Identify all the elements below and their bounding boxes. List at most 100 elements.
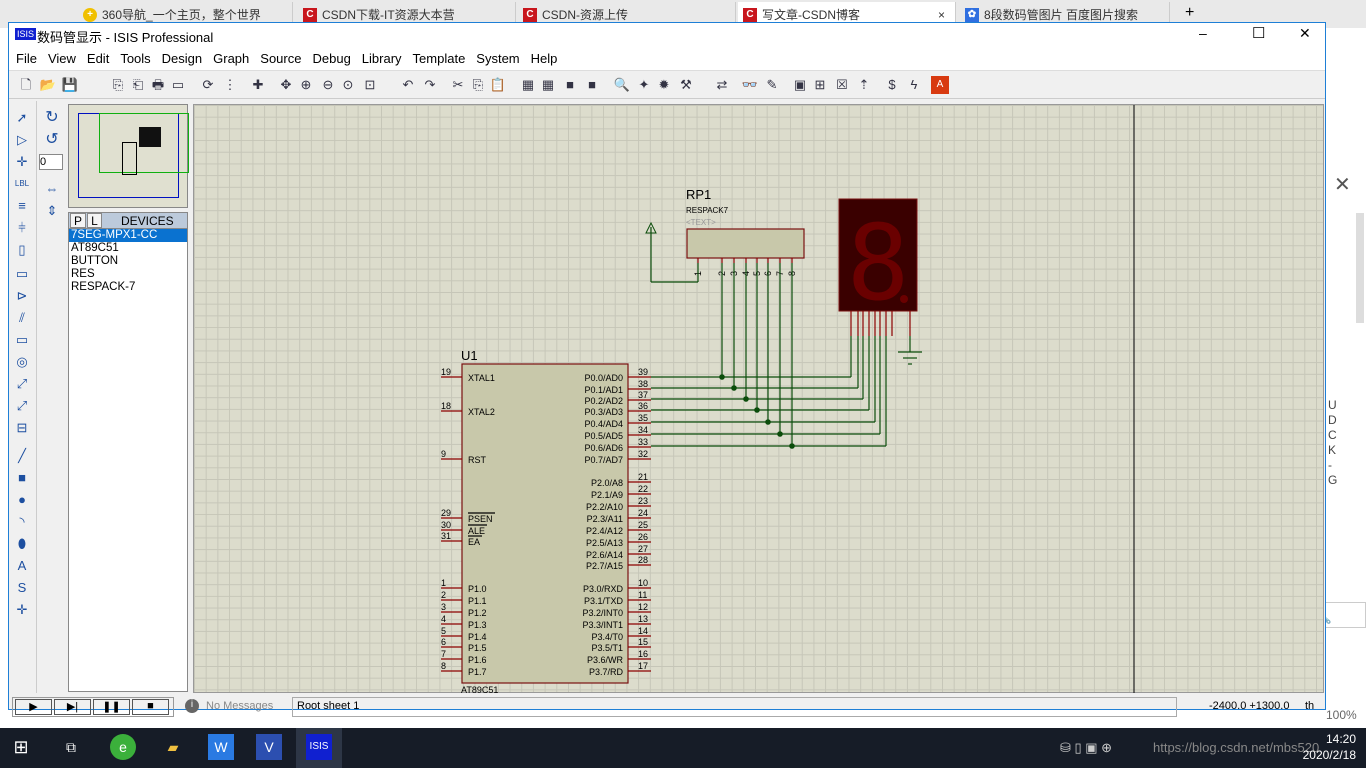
pan-icon[interactable]: ✥ [277,76,295,94]
bill-of-materials-icon[interactable]: $ [883,76,901,94]
device-item[interactable]: RESPACK-7 [69,281,187,294]
new-tab-button[interactable]: + [1185,4,1194,22]
zoom-out-icon[interactable]: ⊖ [319,76,337,94]
wire-label-icon[interactable]: LBL [13,175,31,193]
goto-sheet-icon[interactable]: ⇡ [855,76,873,94]
junction-icon[interactable]: ✛ [13,153,31,171]
units-label[interactable]: th [1305,700,1314,712]
text-script-icon[interactable]: ≡ [13,197,31,215]
mirror-vertical-icon[interactable]: ⇕ [43,202,61,220]
box-icon[interactable]: ■ [13,469,31,487]
menu-graph[interactable]: Graph [206,47,253,66]
redo-icon[interactable]: ↷ [421,76,439,94]
minimize-button[interactable]: – [1199,25,1207,41]
keil-icon[interactable]: V [256,734,282,760]
new-sheet-icon[interactable]: ▣ [791,76,809,94]
paste-icon[interactable]: 📋 [489,76,507,94]
menu-edit[interactable]: Edit [80,47,113,66]
clock-date[interactable]: 2020/2/18 [1290,748,1356,762]
save-icon[interactable]: 💾 [61,76,79,94]
export-icon[interactable]: ⎗ [129,76,147,94]
close-button[interactable]: ✕ [1299,25,1311,42]
stop-button[interactable]: ■ [132,699,169,715]
circle-icon[interactable]: ● [13,491,31,509]
open-icon[interactable]: 📂 [39,76,57,94]
menu-design[interactable]: Design [155,47,206,66]
clock-time[interactable]: 14:20 [1320,732,1356,746]
subcircuit-icon[interactable]: ▯ [13,241,31,259]
zoom-in-icon[interactable]: ⊕ [297,76,315,94]
block-delete-icon[interactable]: ■ [583,76,601,94]
menu-template[interactable]: Template [406,47,470,66]
rotate-ccw-icon[interactable]: ↺ [43,131,61,149]
import-icon[interactable]: ⎘ [109,76,127,94]
grid-icon[interactable]: ⋮ [221,76,239,94]
menu-source[interactable]: Source [253,47,305,66]
line-icon[interactable]: ╱ [13,447,31,465]
rotate-cw-icon[interactable]: ↻ [43,109,61,127]
maximize-button[interactable]: ☐ [1252,24,1265,42]
text-icon[interactable]: A [13,557,31,575]
block-move-icon[interactable]: ▦ [539,76,557,94]
voltage-probe-icon[interactable]: ⤢ [13,375,31,393]
tray-icons[interactable]: ⛁ ▯ ▣ ⊕ [1060,740,1112,756]
terminal-icon[interactable]: ▭ [13,265,31,283]
marker-icon[interactable]: ✛ [13,601,31,619]
pause-button[interactable]: ❚❚ [93,699,130,715]
menu-file[interactable]: File [9,47,41,66]
file-explorer-icon[interactable]: ▰ [160,734,186,760]
generator-icon[interactable]: ◎ [13,353,31,371]
close-panel-button[interactable]: ✕ [1334,172,1351,197]
pick-devices-button[interactable]: P [70,213,86,228]
add-sheet-icon[interactable]: ⊞ [811,76,829,94]
undo-icon[interactable]: ↶ [399,76,417,94]
virtual-instrument-icon[interactable]: ⊟ [13,419,31,437]
rotation-angle-input[interactable] [39,154,63,170]
zoom-area-icon[interactable]: ⊡ [361,76,379,94]
scrollbar[interactable] [1356,213,1364,323]
search-icon[interactable]: 👓 [741,76,759,94]
block-rotate-icon[interactable]: ■ [561,76,579,94]
device-item[interactable]: 7SEG-MPX1-CC [69,229,187,242]
step-button[interactable]: ▶| [54,699,91,715]
symbol-icon[interactable]: S [13,579,31,597]
area-icon[interactable]: ▭ [169,76,187,94]
origin-icon[interactable]: ✚ [249,76,267,94]
library-manager-button[interactable]: L [87,213,102,228]
ares-icon[interactable]: A [931,76,949,94]
menu-tools[interactable]: Tools [113,47,154,66]
wire-autorouter-icon[interactable]: ⇄ [713,76,731,94]
menu-system[interactable]: System [469,47,523,66]
device-item[interactable]: RES [69,268,187,281]
device-item[interactable]: BUTTON [69,255,187,268]
play-button[interactable]: ▶ [15,699,52,715]
zoom-all-icon[interactable]: ⊙ [339,76,357,94]
path-icon[interactable]: ⬮ [13,535,31,553]
device-pin-icon[interactable]: ⊳ [13,287,31,305]
block-copy-icon[interactable]: ▦ [519,76,537,94]
new-file-icon[interactable]: 🗋 [17,76,35,94]
graph-icon[interactable]: ⫽ [13,309,31,327]
device-item[interactable]: AT89C51 [69,242,187,255]
menu-view[interactable]: View [41,47,80,66]
decompose-icon[interactable]: ⚒ [677,76,695,94]
bus-icon[interactable]: ⫩ [13,219,31,237]
schematic-canvas[interactable]: U1 AT89C51 19 XTAL1 18 XTAL2 9 RST 29 PSEN 30 ALE 31… [193,104,1324,694]
mirror-horizontal-icon[interactable]: ⇔ [43,180,61,198]
menu-help[interactable]: Help [524,47,562,66]
property-assign-icon[interactable]: ✎ [763,76,781,94]
task-view-icon[interactable]: ⧉ [58,734,84,760]
arc-icon[interactable]: ◝ [13,513,31,531]
cut-icon[interactable]: ✂ [449,76,467,94]
copy-icon[interactable]: ⎘ [469,76,487,94]
refresh-icon[interactable]: ⟳ [199,76,217,94]
print-icon[interactable]: 🖶 [149,76,167,94]
messages-status[interactable]: No Messages [206,700,273,712]
electrical-check-icon[interactable]: ϟ [905,76,923,94]
pick-icon[interactable]: 🔍 [613,76,631,94]
isis-taskbar-icon[interactable]: ISIS [306,734,332,760]
make-device-icon[interactable]: ✦ [635,76,653,94]
360-browser-icon[interactable]: e [110,734,136,760]
selection-icon[interactable]: ➚ [13,109,31,127]
packaging-icon[interactable]: ✹ [655,76,673,94]
